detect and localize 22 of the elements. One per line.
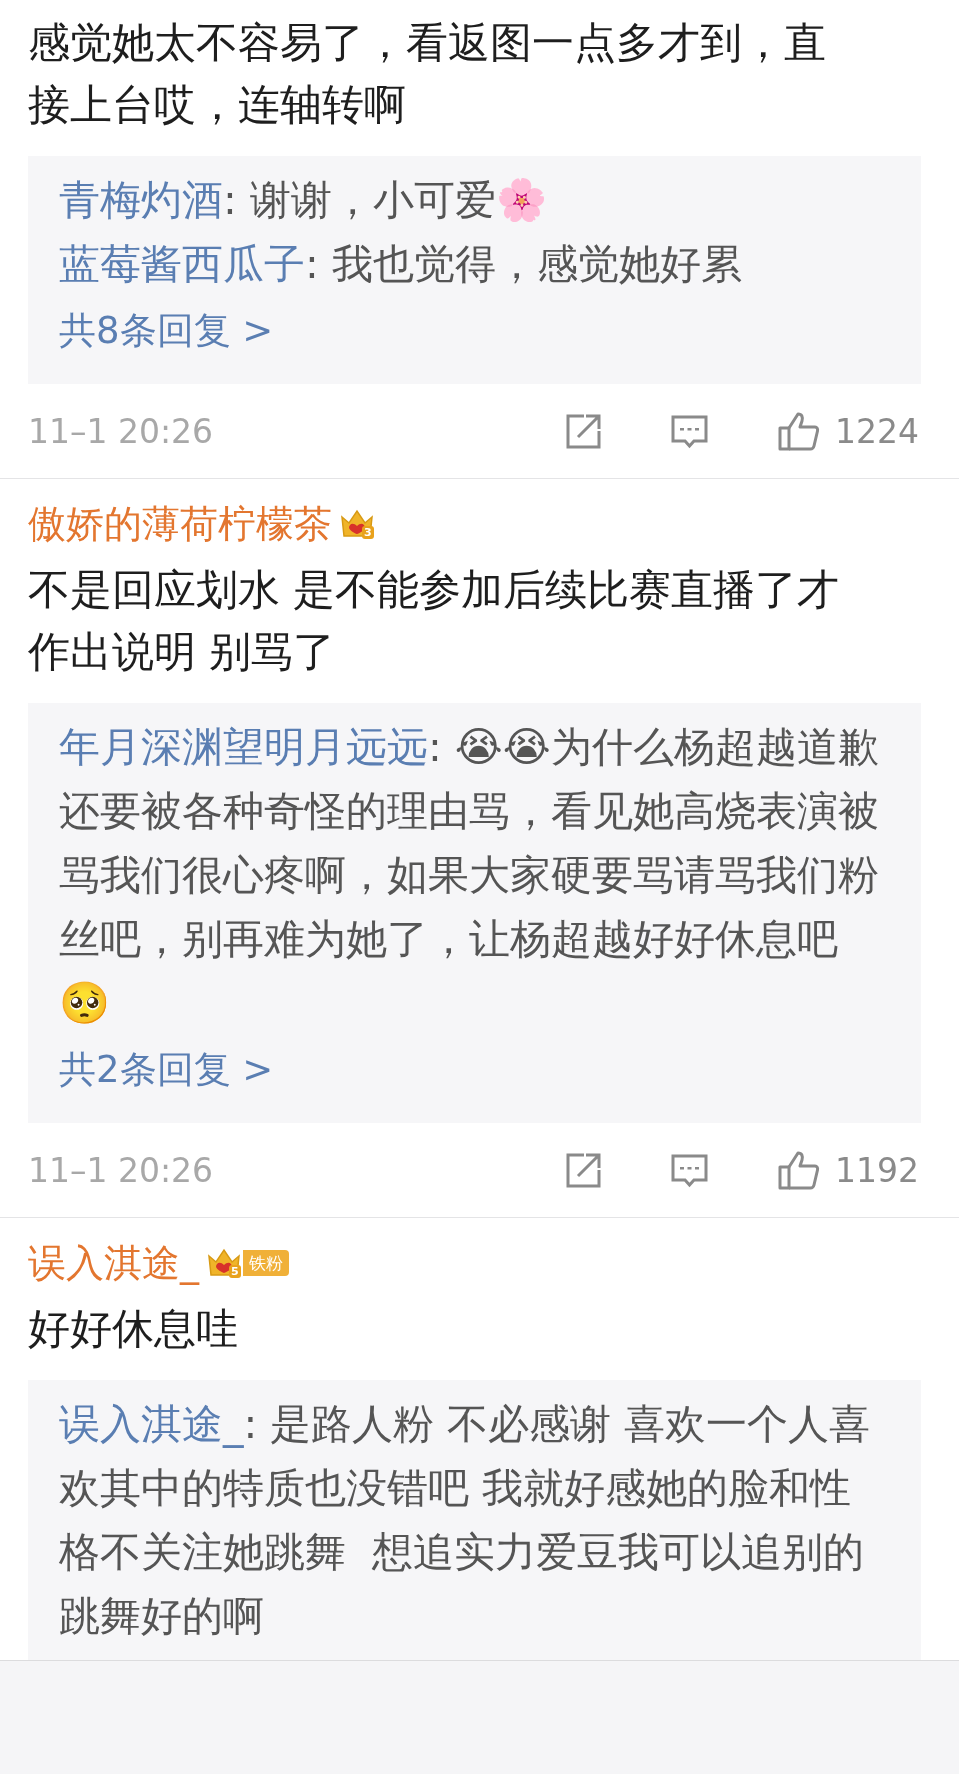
reply-text: 青梅灼酒: 谢谢，小可爱🌸	[59, 175, 548, 226]
like-count: 1192	[835, 1150, 919, 1190]
more-replies-link[interactable]: 共2条回复 >	[59, 1035, 274, 1105]
more-replies-link[interactable]: 共8条回复 >	[59, 296, 274, 366]
username[interactable]: 误入淇途_	[28, 1237, 199, 1289]
like-count: 1224	[835, 411, 919, 451]
username[interactable]: 傲娇的薄荷柠檬茶	[28, 498, 332, 550]
comment-text: 不是回应划水 是不能参加后续比赛直播了才作出说明 别骂了	[28, 564, 841, 678]
reply-author-link[interactable]: 蓝莓酱西瓜子	[59, 240, 305, 288]
comment-text: 感觉她太不容易了，看返图一点多才到，直接上台哎，连轴转啊	[28, 17, 827, 131]
reply-text: 年月深渊望明月远远: 😭😭为什么杨超越道歉还要被各种奇怪的理由骂，看见她高烧表演被骂我们很心疼啊，如果大家硬要骂请骂我们粉丝吧，别再难为她了，让杨超越好好休息吧🥺	[59, 722, 880, 1029]
reply-author-link[interactable]: 年月深渊望明月远远	[59, 723, 428, 771]
timestamp: 11–1 20:26	[28, 411, 214, 451]
reply-text: 蓝莓酱西瓜子: 我也觉得，感觉她好累	[59, 239, 743, 290]
fan-tag: 铁粉	[243, 1250, 289, 1276]
reply-author-link[interactable]: 青梅灼酒	[59, 176, 223, 224]
reply-text: 误入淇途_: 是路人粉 不必感谢 喜欢一个人喜欢其中的特质也没错吧 我就好感她的脸和性格不关注她跳舞 想追实力爱豆我可以追别的跳舞好的啊	[59, 1399, 872, 1642]
comment-text: 好好休息哇	[28, 1303, 239, 1355]
reply-author-link[interactable]: 误入淇途_	[59, 1400, 244, 1448]
level-number: 3	[362, 526, 374, 539]
timestamp: 11–1 20:26	[28, 1150, 214, 1190]
level-number: 5	[229, 1265, 241, 1278]
